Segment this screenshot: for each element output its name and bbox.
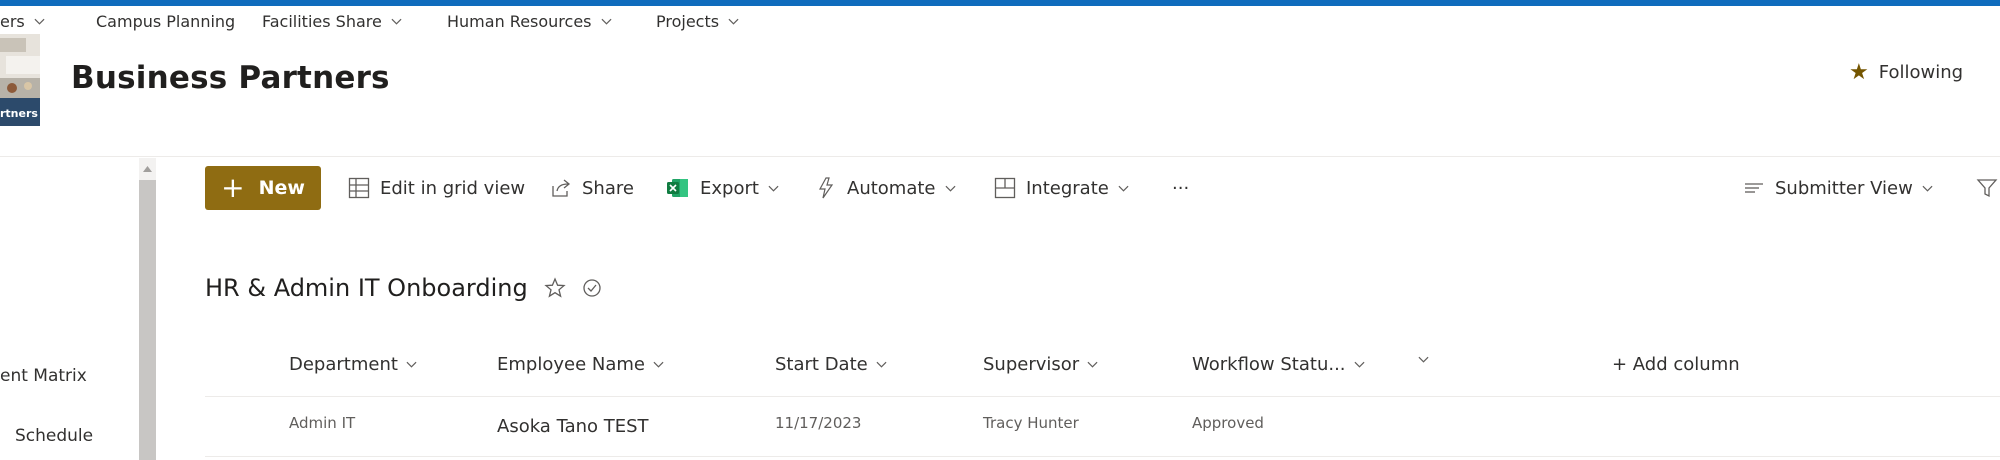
automate-icon [818,177,834,199]
view-selector[interactable]: Submitter View [1743,166,1943,210]
chevron-down-icon [1354,361,1365,368]
chevron-down-icon [1087,361,1098,368]
left-nav-scrollbar[interactable] [139,158,156,460]
cell-employee-name[interactable]: Asoka Tano TEST [497,416,649,437]
chevron-down-icon [34,18,45,25]
hub-nav-item-ers[interactable]: ers [0,12,45,31]
star-filled-icon: ★ [1849,60,1869,85]
integrate-icon [994,177,1016,199]
cell-supervisor: Tracy Hunter [983,414,1079,432]
chevron-down-icon [1418,356,1429,363]
chevron-down-icon [1922,185,1933,192]
share-icon [552,179,571,197]
new-label: New [258,177,305,199]
add-column-label: + Add column [1612,354,1740,375]
integrate-button[interactable]: Integrate [994,166,1139,210]
follow-label: Following [1878,62,1964,83]
column-header-start-date[interactable]: Start Date [775,354,887,375]
integrate-label: Integrate [1026,177,1109,199]
checkmark-circle-icon[interactable] [582,278,602,298]
column-header-employee-name[interactable]: Employee Name [497,354,664,375]
automate-button[interactable]: Automate [815,166,966,210]
cell-department: Admin IT [289,414,356,432]
scroll-thumb[interactable] [139,180,156,460]
column-header-label: Workflow Statu... [1192,354,1346,375]
excel-icon [667,179,688,197]
export-button[interactable]: Export [666,166,789,210]
cell-workflow-status: Approved [1192,414,1264,432]
row-divider [205,456,2000,457]
column-header-label: Start Date [775,354,868,375]
column-header-unnamed[interactable] [1410,354,1429,365]
chevron-down-icon [728,18,739,25]
scroll-up-arrow-icon[interactable] [139,162,156,176]
column-header-supervisor[interactable]: Supervisor [983,354,1098,375]
view-lines-icon [1745,183,1763,193]
automate-label: Automate [847,177,936,199]
chevron-down-icon [653,361,664,368]
edit-grid-view-button[interactable]: Edit in grid view [348,166,525,210]
view-label: Submitter View [1775,177,1913,199]
hub-nav-item-facilities-share[interactable]: Facilities Share [262,12,402,31]
add-column-button[interactable]: + Add column [1612,354,1740,375]
hub-nav-label: Human Resources [447,12,592,31]
chevron-down-icon [944,185,956,192]
left-nav-label: Schedule [15,426,94,446]
new-button[interactable]: + New [205,166,321,210]
list-title: HR & Admin IT Onboarding [205,274,602,302]
left-nav-label: ent Matrix [0,366,87,386]
favorite-star-icon[interactable] [544,277,566,299]
plus-icon: + [221,171,245,204]
chevron-down-icon [600,18,612,25]
share-button[interactable]: Share [550,166,634,210]
left-nav-item-matrix[interactable]: ent Matrix [0,366,87,386]
cell-start-date: 11/17/2023 [775,414,862,432]
follow-button[interactable]: ★ Following [1849,60,1963,85]
chevron-down-icon [768,185,779,192]
chevron-down-icon [406,361,417,368]
column-header-workflow-status[interactable]: Workflow Statu... [1192,354,1365,375]
hub-navigation: ers Campus Planning Facilities Share Hum… [0,6,2000,42]
filter-button[interactable] [1976,166,2000,210]
list-title-text: HR & Admin IT Onboarding [205,274,528,302]
export-label: Export [700,177,759,199]
grid-icon [348,177,370,199]
hub-nav-item-campus-planning[interactable]: Campus Planning [96,12,235,31]
hub-nav-item-human-resources[interactable]: Human Resources [447,12,612,31]
chevron-down-icon [1118,185,1129,192]
column-header-label: Supervisor [983,354,1080,375]
site-logo-caption: rtners [0,107,38,120]
chevron-down-icon [876,361,887,368]
more-options-button[interactable]: ··· [1172,166,1189,210]
left-nav-item-schedule[interactable]: Schedule [15,426,93,446]
site-title[interactable]: Business Partners [71,60,390,96]
hub-nav-item-projects[interactable]: Projects [656,12,739,31]
column-header-department[interactable]: Department [289,354,417,375]
share-label: Share [582,177,634,199]
more-icon: ··· [1172,177,1190,199]
column-header-label: Department [289,354,398,375]
chevron-down-icon [391,18,402,25]
site-logo[interactable]: rtners [0,34,40,126]
header-row-divider [205,396,2000,397]
hub-nav-label: ers [0,12,25,31]
header-divider [0,156,2000,157]
hub-nav-label: Campus Planning [96,12,236,31]
edit-grid-label: Edit in grid view [380,177,526,199]
column-header-label: Employee Name [497,354,645,375]
filter-icon [1976,179,1998,198]
hub-nav-label: Projects [656,12,720,31]
hub-nav-label: Facilities Share [262,12,382,31]
